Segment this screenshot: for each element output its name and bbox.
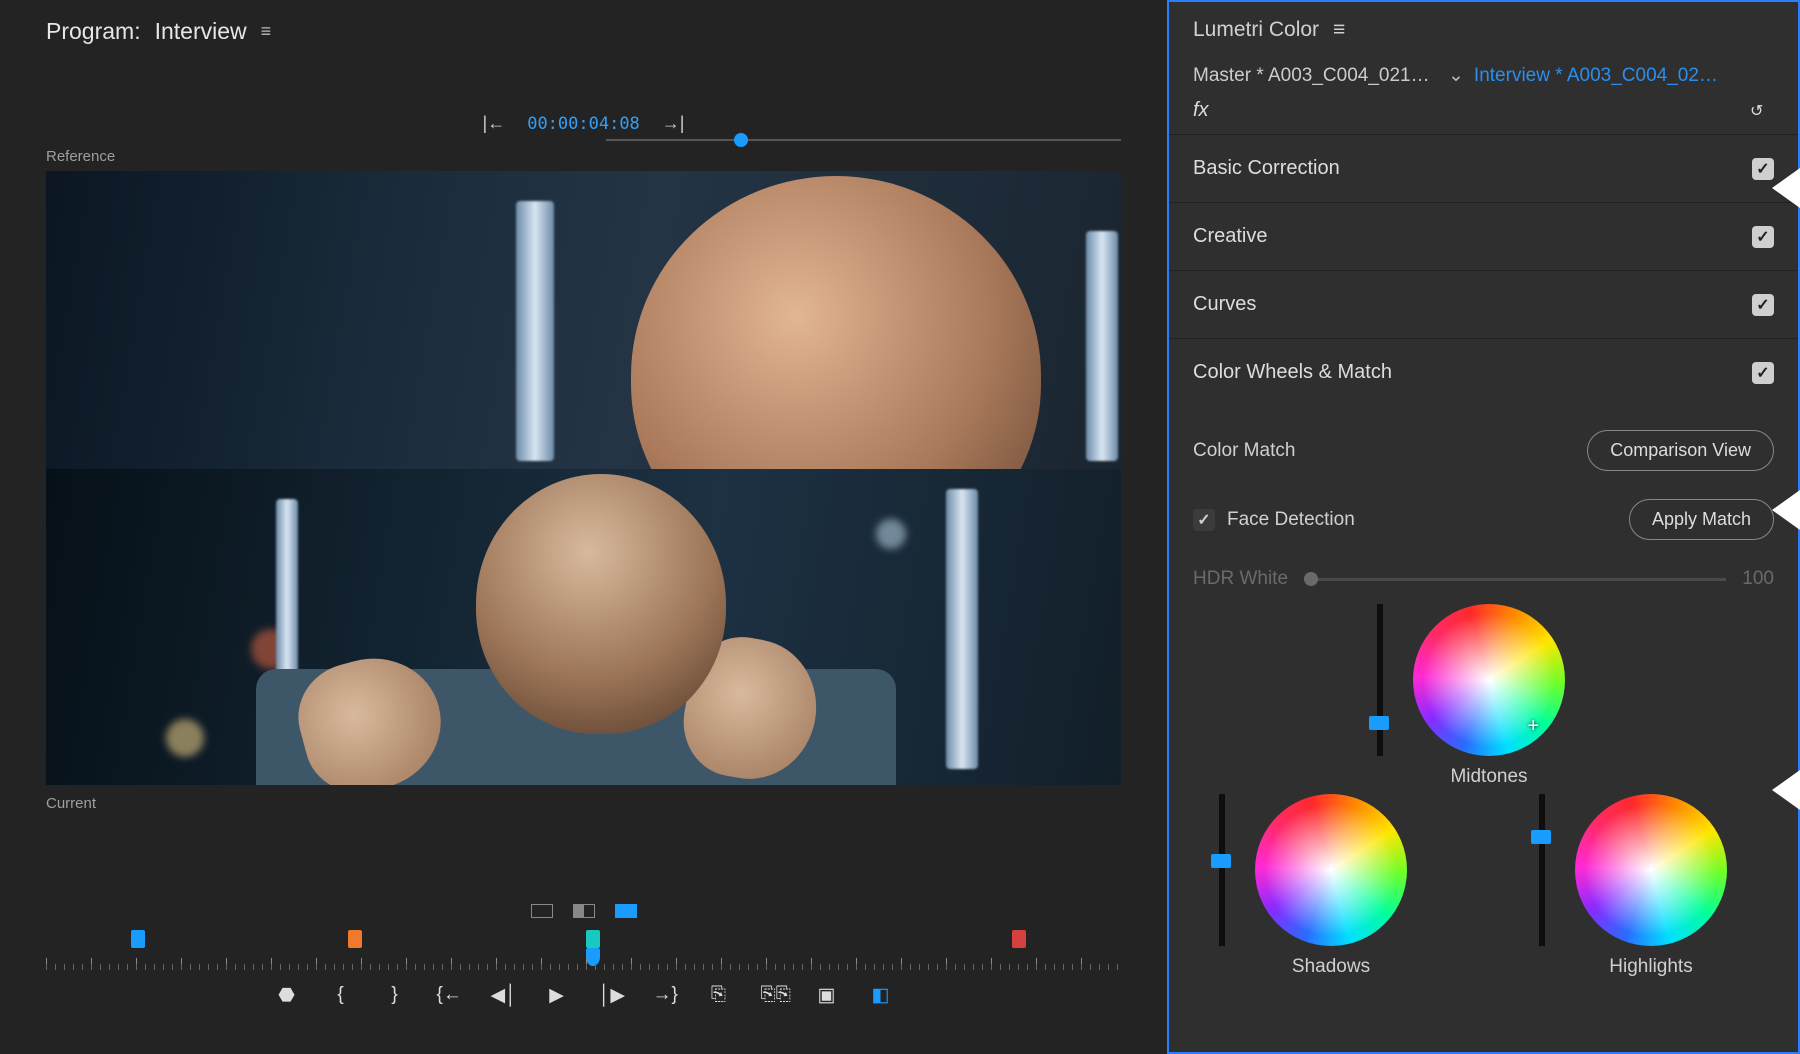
export-frame-icon[interactable]: ▣ (815, 984, 839, 1007)
lumetri-panel-title: Lumetri Color (1193, 18, 1319, 42)
highlights-luma-knob[interactable] (1531, 830, 1551, 844)
go-to-out-point-icon[interactable]: →} (653, 984, 677, 1007)
compare-side-by-side-icon[interactable] (529, 902, 555, 920)
lift-icon[interactable]: ⎘ (707, 984, 731, 1007)
section-basic-correction[interactable]: Basic Correction ✓ (1169, 135, 1798, 203)
face-detection-label: Face Detection (1227, 509, 1355, 531)
section-creative-checkbox[interactable]: ✓ (1752, 226, 1774, 248)
midtones-luma-track[interactable] (1377, 604, 1383, 756)
instance-clip-name[interactable]: Interview * A003_C004_02… (1474, 65, 1718, 87)
mark-in-icon[interactable]: { (329, 984, 353, 1007)
shadows-luma-knob[interactable] (1211, 854, 1231, 868)
face-detection-checkbox[interactable]: ✓ (1193, 509, 1215, 531)
current-frame (46, 469, 1121, 785)
timecode[interactable]: 00:00:04:08 (527, 114, 640, 134)
reset-effect-icon[interactable]: ↺ (1750, 101, 1774, 121)
section-basic-correction-label: Basic Correction (1193, 157, 1340, 180)
hdr-white-label: HDR White (1193, 568, 1288, 590)
section-creative[interactable]: Creative ✓ (1169, 203, 1798, 271)
current-label: Current (46, 795, 1167, 812)
section-curves-label: Curves (1193, 293, 1256, 316)
fx-badge[interactable]: fx (1193, 99, 1209, 122)
ruler-ticks (46, 956, 1121, 970)
lumetri-panel-menu-icon[interactable]: ≡ (1333, 18, 1345, 42)
compare-stacked-icon[interactable] (613, 902, 639, 920)
section-color-wheels-label: Color Wheels & Match (1193, 361, 1392, 384)
highlights-color-disc[interactable]: + (1575, 794, 1727, 946)
comparison-viewer (46, 171, 1121, 785)
lumetri-color-panel: Lumetri Color ≡ Master * A003_C004_0213N… (1167, 0, 1800, 1054)
section-creative-label: Creative (1193, 225, 1267, 248)
highlights-wheel[interactable]: + Highlights (1575, 794, 1727, 978)
compare-split-icon[interactable] (571, 902, 597, 920)
midtones-color-disc[interactable]: + (1413, 604, 1565, 756)
mini-scrub-track[interactable] (606, 139, 1121, 141)
section-color-wheels-checkbox[interactable]: ✓ (1752, 362, 1774, 384)
program-monitor-panel: Program: Interview ≡ |← 00:00:04:08 →| R… (0, 0, 1167, 1054)
add-marker-icon[interactable]: ⬣ (275, 984, 299, 1007)
go-to-in-icon[interactable]: |← (483, 113, 506, 134)
hdr-white-slider (1304, 578, 1726, 581)
highlights-label: Highlights (1575, 956, 1727, 978)
step-forward-icon[interactable]: │▶ (599, 984, 623, 1007)
marker-teal[interactable] (586, 930, 600, 948)
apply-match-button[interactable]: Apply Match (1629, 499, 1774, 540)
comparison-view-toggle-icon[interactable]: ◧ (869, 984, 893, 1007)
timeline-ruler[interactable] (46, 930, 1121, 970)
reference-label: Reference (46, 148, 1167, 165)
section-basic-correction-checkbox[interactable]: ✓ (1752, 158, 1774, 180)
section-curves-checkbox[interactable]: ✓ (1752, 294, 1774, 316)
midtones-luma-knob[interactable] (1369, 716, 1389, 730)
shadows-wheel[interactable]: + Shadows (1255, 794, 1407, 978)
marker-in[interactable] (131, 930, 145, 948)
shadows-target-icon[interactable]: + (1325, 859, 1337, 882)
section-curves[interactable]: Curves ✓ (1169, 271, 1798, 339)
mini-scrub-playhead[interactable] (734, 133, 748, 147)
color-match-heading: Color Match (1193, 440, 1295, 462)
shadows-luma-track[interactable] (1219, 794, 1225, 946)
go-to-out-icon[interactable]: →| (662, 113, 685, 134)
transport-controls: ⬣ { } {← ◀│ ▶ │▶ →} ⎘ ⎘⎘ ▣ ◧ (0, 984, 1167, 1007)
program-title: Interview (155, 18, 247, 45)
play-icon[interactable]: ▶ (545, 984, 569, 1007)
midtones-label: Midtones (1413, 766, 1565, 788)
hdr-white-value: 100 (1742, 568, 1774, 590)
shadows-color-disc[interactable]: + (1255, 794, 1407, 946)
highlights-target-icon[interactable]: + (1645, 859, 1657, 882)
midtones-target-icon[interactable]: + (1527, 715, 1539, 738)
mark-out-icon[interactable]: } (383, 984, 407, 1007)
program-panel-menu-icon[interactable]: ≡ (261, 21, 272, 42)
master-clip-name[interactable]: Master * A003_C004_0213N1… (1193, 65, 1438, 87)
marker-red[interactable] (1012, 930, 1026, 948)
comparison-view-button[interactable]: Comparison View (1587, 430, 1774, 471)
program-title-prefix: Program: (46, 18, 141, 45)
clip-dropdown-icon[interactable]: ⌄ (1448, 64, 1464, 87)
midtones-wheel[interactable]: + Midtones (1413, 604, 1565, 788)
go-to-in-point-icon[interactable]: {← (437, 984, 461, 1007)
step-back-icon[interactable]: ◀│ (491, 984, 515, 1007)
shadows-label: Shadows (1255, 956, 1407, 978)
reference-frame (46, 171, 1121, 469)
section-color-wheels[interactable]: Color Wheels & Match ✓ (1169, 339, 1798, 406)
highlights-luma-track[interactable] (1539, 794, 1545, 946)
marker-orange[interactable] (348, 930, 362, 948)
extract-icon[interactable]: ⎘⎘ (761, 984, 785, 1007)
